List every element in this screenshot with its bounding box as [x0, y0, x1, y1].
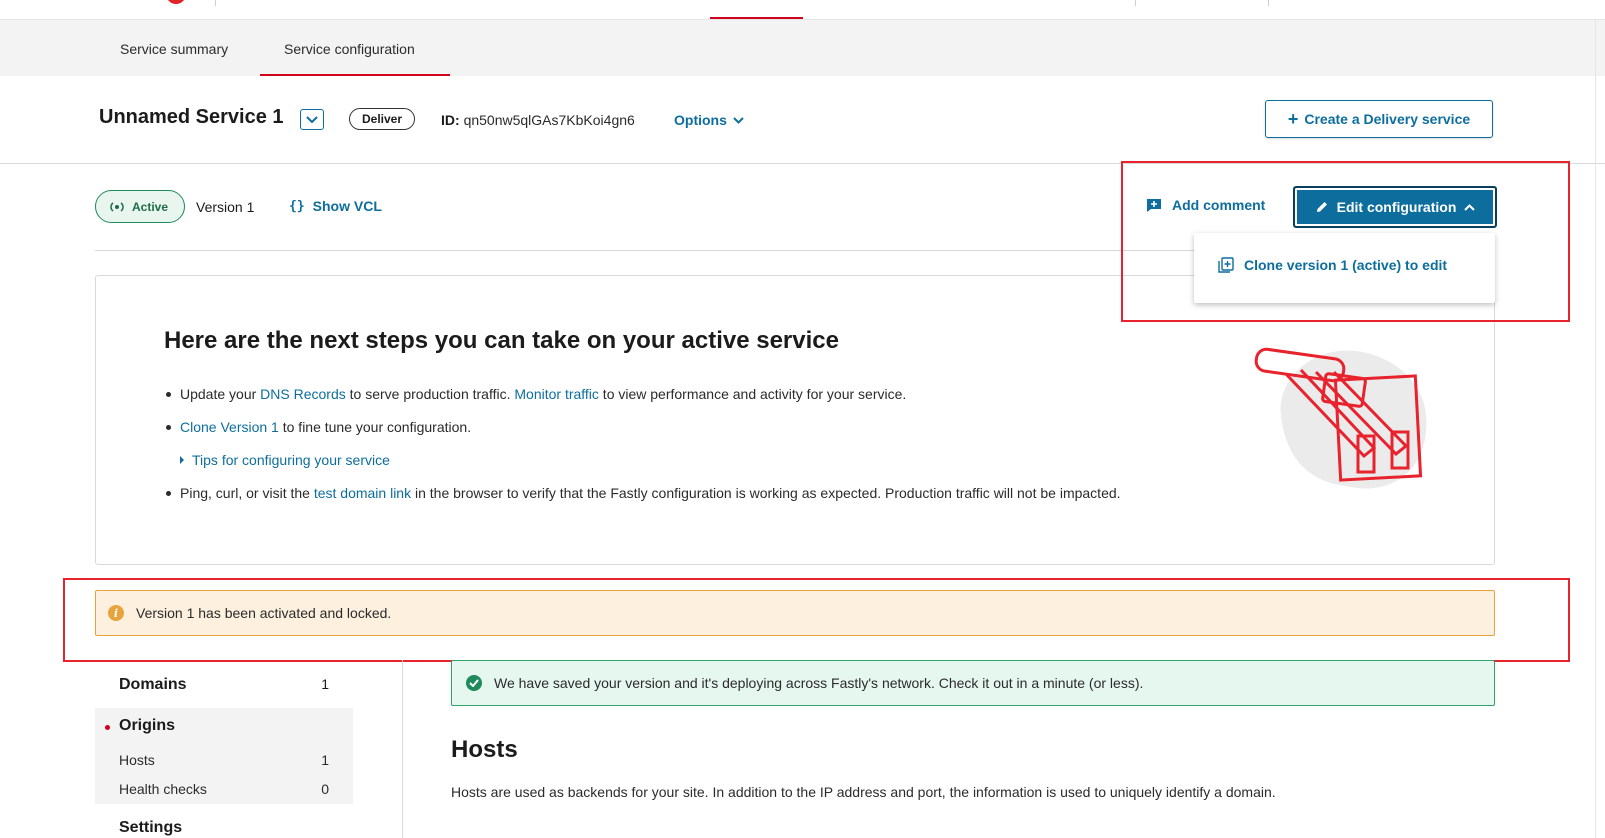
hosts-heading: Hosts	[451, 736, 518, 763]
step-text: in the browser to verify that the Fastly…	[411, 485, 1121, 501]
list-item: Update your DNS Records to serve product…	[164, 386, 1121, 419]
service-id-value: qn50nw5qlGAs7KbKoi4gn6	[463, 112, 635, 128]
test-domain-link[interactable]: test domain link	[314, 485, 411, 501]
next-steps-list: Update your DNS Records to serve product…	[164, 386, 1121, 518]
monitor-traffic-link[interactable]: Monitor traffic	[514, 386, 599, 402]
step-text: Ping, curl, or visit the	[180, 485, 314, 501]
tab-service-configuration[interactable]: Service configuration	[260, 20, 450, 76]
sidebar-item-label: Health checks	[119, 781, 207, 797]
list-item: Clone Version 1 to fine tune your config…	[164, 419, 1121, 452]
sidebar-item-count: 1	[321, 752, 329, 768]
active-status-badge: Active	[95, 190, 185, 223]
scrollbar-track[interactable]	[1595, 20, 1605, 838]
sidebar-item-label: Hosts	[119, 752, 155, 768]
create-delivery-service-label: Create a Delivery service	[1304, 111, 1471, 127]
nav-separator	[1135, 0, 1136, 6]
config-sidebar: Domains 1 Origins Hosts 1 Health checks …	[95, 660, 355, 838]
list-item: Ping, curl, or visit the test domain lin…	[164, 485, 1121, 518]
step-text: to fine tune your configuration.	[278, 419, 472, 435]
annotation-box	[1121, 161, 1570, 322]
options-dropdown[interactable]: Options	[674, 112, 744, 128]
check-circle-icon	[466, 675, 482, 691]
sidebar-item-label: Domains	[119, 676, 187, 693]
sidebar-item-hosts[interactable]: Hosts 1	[95, 752, 353, 768]
dns-records-link[interactable]: DNS Records	[260, 386, 346, 402]
version-label: Version 1	[196, 199, 255, 215]
sidebar-item-domains[interactable]: Domains 1	[95, 676, 353, 694]
plus-icon: +	[1287, 108, 1299, 129]
active-section-dot	[105, 725, 110, 730]
sidebar-item-label: Origins	[119, 717, 176, 734]
sidebar-item-label: Settings	[119, 819, 183, 836]
sidebar-item-count: 1	[321, 676, 329, 692]
service-id: ID: qn50nw5qlGAs7KbKoi4gn6	[441, 112, 635, 128]
active-status-label: Active	[132, 199, 169, 214]
tab-label: Service configuration	[284, 41, 415, 57]
sidebar-item-count: 0	[321, 781, 329, 797]
show-vcl-link[interactable]: {} Show VCL	[289, 198, 382, 214]
disclosure-triangle-icon	[180, 456, 184, 464]
nav-separator	[215, 0, 216, 6]
service-type-badge: Deliver	[349, 108, 416, 130]
tips-disclosure[interactable]: Tips for configuring your service	[164, 452, 1121, 485]
switch-illustration	[1254, 347, 1427, 489]
tab-service-summary[interactable]: Service summary	[120, 20, 228, 76]
service-tabs: Service summary Service configuration	[0, 20, 1605, 76]
chevron-down-icon	[733, 116, 744, 124]
sidebar-item-settings[interactable]: Settings	[95, 819, 353, 837]
sidebar-item-health-checks[interactable]: Health checks 0	[95, 781, 353, 797]
annotation-box	[63, 578, 1570, 662]
options-label: Options	[674, 112, 727, 128]
step-text: Update your	[180, 386, 261, 402]
create-delivery-service-button[interactable]: + Create a Delivery service	[1265, 100, 1493, 138]
service-name: Unnamed Service 1	[99, 106, 284, 128]
show-vcl-label: Show VCL	[312, 198, 382, 214]
success-text: We have saved your version and it's depl…	[494, 675, 1144, 691]
service-switcher-button[interactable]	[300, 109, 324, 130]
sidebar-divider	[402, 660, 403, 838]
next-steps-title: Here are the next steps you can take on …	[164, 327, 839, 354]
clone-version-link[interactable]: Clone Version 1	[180, 419, 279, 435]
braces-icon: {}	[289, 198, 305, 214]
step-text: to serve production traffic.	[345, 386, 515, 402]
top-nav-strip	[0, 0, 1605, 20]
nav-separator	[1268, 0, 1269, 6]
deploy-success-banner: We have saved your version and it's depl…	[451, 660, 1495, 706]
service-id-label: ID:	[441, 112, 460, 128]
step-text: to view performance and activity for you…	[598, 386, 907, 402]
chevron-down-icon	[306, 115, 318, 123]
tips-link[interactable]: Tips for configuring your service	[192, 452, 390, 468]
service-header: Unnamed Service 1 Deliver ID: qn50nw5qlG…	[0, 76, 1605, 164]
hosts-description: Hosts are used as backends for your site…	[451, 784, 1276, 800]
nav-active-indicator	[710, 17, 803, 19]
broadcast-icon	[110, 201, 124, 212]
fastly-logo-icon[interactable]	[166, 0, 186, 4]
sidebar-item-origins[interactable]: Origins	[95, 717, 353, 735]
